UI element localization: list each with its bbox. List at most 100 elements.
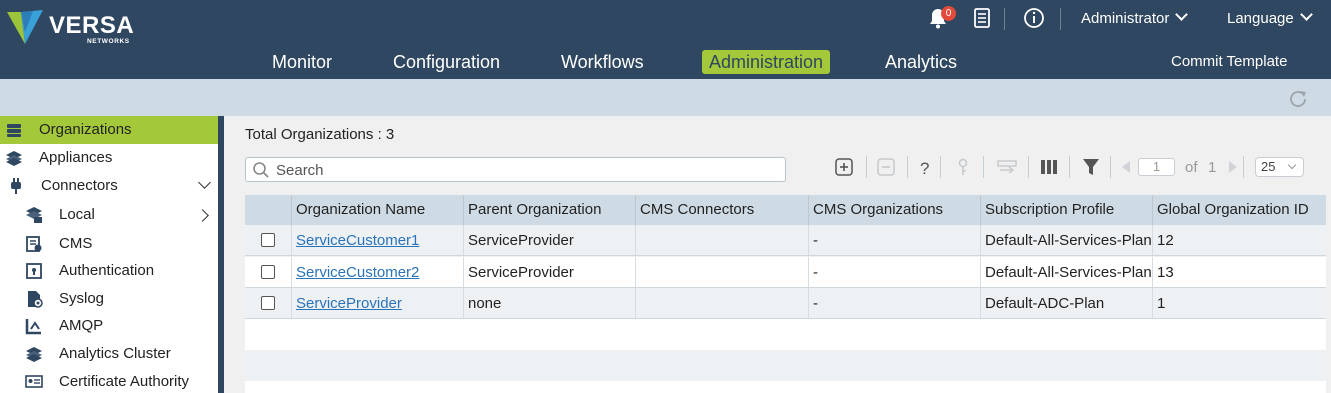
- authentication-icon: [26, 263, 42, 279]
- column-header[interactable]: CMS Organizations: [808, 195, 980, 225]
- total-pages: 1: [1208, 159, 1217, 176]
- row-select-cell: [245, 257, 291, 287]
- add-icon[interactable]: [833, 156, 855, 178]
- sidebar-item-local[interactable]: Local: [0, 200, 218, 230]
- chevron-down-icon[interactable]: [198, 176, 211, 189]
- nav-configuration[interactable]: Configuration: [386, 50, 507, 74]
- search-input[interactable]: [276, 161, 776, 179]
- org-name-link[interactable]: ServiceProvider: [296, 295, 402, 312]
- sidebar-item-label: Certificate Authority: [59, 373, 190, 390]
- svg-text:?: ?: [920, 159, 929, 178]
- language-menu-label: Language: [1227, 10, 1294, 27]
- sidebar-item-label: Organizations: [39, 121, 132, 138]
- sidebar-item-authentication[interactable]: Authentication: [0, 257, 218, 285]
- header-divider: [1060, 8, 1061, 30]
- column-header[interactable]: Subscription Profile: [980, 195, 1152, 225]
- column-header[interactable]: Parent Organization: [463, 195, 635, 225]
- analytics-cluster-icon: [26, 347, 42, 362]
- empty-table-row: [245, 319, 1326, 350]
- nav-analytics[interactable]: Analytics: [878, 50, 964, 74]
- sidebar-item-amqp[interactable]: AMQP: [0, 312, 218, 340]
- toolbar-divider: [866, 156, 867, 178]
- commit-template-button[interactable]: Commit Template: [1171, 53, 1287, 70]
- search-box[interactable]: [245, 157, 786, 182]
- cms-connectors-cell: [635, 257, 808, 287]
- certificate-authority-icon: [25, 375, 43, 388]
- filter-icon[interactable]: [1080, 156, 1102, 178]
- row-checkbox[interactable]: [261, 296, 275, 310]
- cms-icon: [26, 236, 42, 252]
- sidebar-item-cms[interactable]: CMS: [0, 230, 218, 258]
- key-icon[interactable]: [952, 156, 974, 178]
- sidebar-item-connectors[interactable]: Connectors: [0, 172, 218, 200]
- chevron-right-icon[interactable]: [196, 209, 209, 222]
- sidebar-item-label: CMS: [59, 235, 93, 252]
- sidebar-item-certificate-authority[interactable]: Certificate Authority: [0, 368, 218, 393]
- sidebar-item-syslog[interactable]: Syslog: [0, 285, 218, 313]
- table-row: ServiceProvider none - Default-ADC-Plan …: [245, 288, 1326, 319]
- toolbar-divider: [1243, 156, 1244, 178]
- top-header: VERSA NETWORKS 0 Administrator Language …: [0, 0, 1331, 79]
- row-checkbox[interactable]: [261, 233, 275, 247]
- previous-page-icon[interactable]: [1116, 156, 1138, 178]
- column-header[interactable]: CMS Connectors: [635, 195, 808, 225]
- parent-org-cell: none: [463, 288, 635, 318]
- task-list-icon[interactable]: [971, 7, 993, 29]
- next-page-icon[interactable]: [1221, 156, 1243, 178]
- cms-orgs-cell: -: [808, 288, 980, 318]
- org-name-cell: ServiceCustomer2: [291, 257, 463, 287]
- page-size-select[interactable]: 25: [1255, 157, 1304, 177]
- refresh-icon[interactable]: [1287, 88, 1309, 110]
- header-divider: [1004, 8, 1005, 30]
- sidebar-item-label: Connectors: [41, 177, 118, 194]
- page-number-input[interactable]: 1: [1138, 158, 1175, 176]
- org-name-link[interactable]: ServiceCustomer2: [296, 264, 419, 281]
- parent-org-cell: ServiceProvider: [463, 257, 635, 287]
- chevron-down-icon: [1287, 160, 1297, 170]
- toolbar-divider: [907, 156, 908, 178]
- row-checkbox[interactable]: [261, 265, 275, 279]
- sidebar-item-organizations[interactable]: Organizations: [0, 116, 218, 144]
- sidebar-item-label: Syslog: [59, 290, 105, 307]
- org-name-link[interactable]: ServiceCustomer1: [296, 232, 419, 249]
- amqp-icon: [25, 319, 41, 335]
- help-icon[interactable]: ?: [913, 156, 935, 178]
- global-org-id-cell: 13: [1152, 257, 1326, 287]
- org-name-cell: ServiceCustomer1: [291, 225, 463, 255]
- local-icon: [26, 207, 42, 223]
- syslog-icon: [28, 291, 43, 308]
- table-row: ServiceCustomer1 ServiceProvider - Defau…: [245, 225, 1326, 256]
- column-header[interactable]: Global Organization ID: [1152, 195, 1326, 225]
- sidebar-item-label: Analytics Cluster: [59, 345, 171, 362]
- columns-icon[interactable]: [1038, 156, 1060, 178]
- total-label: Total Organizations: [245, 126, 374, 143]
- nav-administration[interactable]: Administration: [702, 50, 831, 74]
- subscription-profile-cell: Default-All-Services-Plan: [980, 225, 1152, 255]
- notification-count-badge: 0: [941, 6, 956, 21]
- user-menu-label: Administrator: [1081, 10, 1170, 27]
- sidebar-item-appliances[interactable]: Appliances: [0, 144, 218, 172]
- nav-monitor[interactable]: Monitor: [265, 50, 339, 74]
- sidebar-item-analytics-cluster[interactable]: Analytics Cluster: [0, 340, 218, 368]
- toolbar-divider: [1069, 156, 1070, 178]
- deploy-icon[interactable]: [996, 156, 1018, 178]
- nav-workflows[interactable]: Workflows: [554, 50, 651, 74]
- column-header[interactable]: Organization Name: [291, 195, 463, 225]
- toolbar-divider: [1028, 156, 1029, 178]
- remove-icon[interactable]: [875, 156, 897, 178]
- table-row: ServiceCustomer2 ServiceProvider - Defau…: [245, 257, 1326, 288]
- global-org-id-cell: 12: [1152, 225, 1326, 255]
- sidebar-item-label: Local: [59, 206, 95, 223]
- total-organizations: Total Organizations : 3: [245, 126, 394, 143]
- subscription-profile-cell: Default-ADC-Plan: [980, 288, 1152, 318]
- sidebar-item-label: Appliances: [39, 149, 113, 166]
- toolbar-divider: [983, 156, 984, 178]
- org-name-cell: ServiceProvider: [291, 288, 463, 318]
- row-select-cell: [245, 225, 291, 255]
- chevron-down-icon: [1299, 8, 1313, 21]
- versa-logo[interactable]: VERSA NETWORKS: [5, 6, 135, 46]
- info-icon[interactable]: [1023, 7, 1045, 29]
- search-icon: [253, 162, 269, 178]
- language-menu[interactable]: Language: [1227, 8, 1313, 27]
- user-menu[interactable]: Administrator: [1081, 8, 1189, 27]
